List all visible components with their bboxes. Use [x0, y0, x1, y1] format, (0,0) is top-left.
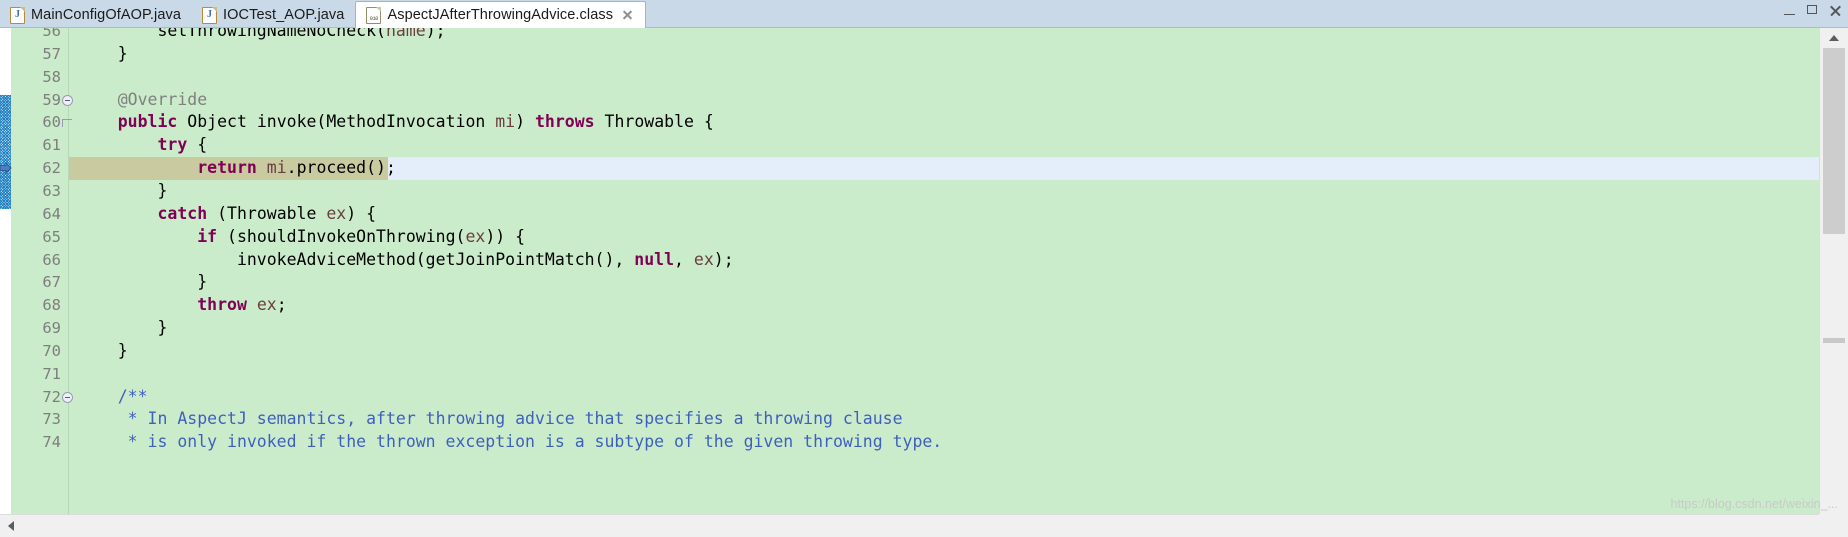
code-text[interactable]: }: [78, 43, 1819, 66]
code-text[interactable]: }: [78, 180, 1819, 203]
line-number: 73: [42, 410, 61, 429]
code-line[interactable]: 67 }: [0, 271, 1819, 294]
code-line[interactable]: 63 }: [0, 180, 1819, 203]
line-number: 72: [42, 387, 61, 406]
scroll-up-arrow-icon[interactable]: [1820, 28, 1848, 48]
code-line[interactable]: 69 }: [0, 317, 1819, 340]
close-icon[interactable]: [621, 9, 634, 22]
code-line[interactable]: 59 @Override: [0, 89, 1819, 112]
code-text[interactable]: return mi.proceed();: [78, 157, 1819, 180]
code-text[interactable]: public Object invoke(MethodInvocation mi…: [78, 111, 1819, 134]
line-number: 57: [42, 44, 61, 63]
line-number: 56: [42, 28, 61, 40]
code-line[interactable]: 68 throw ex;: [0, 294, 1819, 317]
fold-collapse-icon[interactable]: [62, 391, 73, 403]
line-number: 67: [42, 273, 61, 292]
code-text[interactable]: }: [78, 271, 1819, 294]
line-number: 59: [42, 90, 61, 109]
line-number: 68: [42, 296, 61, 315]
code-text[interactable]: catch (Throwable ex) {: [78, 203, 1819, 226]
tab-ioctest-aop[interactable]: IOCTest_AOP.java: [192, 2, 355, 28]
line-number: 63: [42, 181, 61, 200]
maximize-icon[interactable]: [1806, 4, 1819, 17]
code-line[interactable]: 71: [0, 363, 1819, 386]
java-file-icon: [202, 6, 218, 24]
line-number: 60: [42, 113, 61, 132]
line-number: 70: [42, 341, 61, 360]
fold-collapse-icon[interactable]: [62, 94, 73, 106]
code-text[interactable]: * is only invoked if the thrown exceptio…: [78, 431, 1819, 454]
code-text[interactable]: * In AspectJ semantics, after throwing a…: [78, 408, 1819, 431]
line-number: 64: [42, 204, 61, 223]
breakpoint-arrow-icon[interactable]: [0, 162, 12, 175]
scroll-left-arrow-icon[interactable]: [0, 515, 22, 537]
code-viewport[interactable]: 56 setThrowingNameNoCheck(name); 57 } 58 59…: [0, 28, 1819, 514]
code-line[interactable]: 70 }: [0, 340, 1819, 363]
code-line[interactable]: 57 }: [0, 43, 1819, 66]
code-line[interactable]: 60 public Object invoke(MethodInvocation…: [0, 111, 1819, 134]
code-text[interactable]: if (shouldInvokeOnThrowing(ex)) {: [78, 226, 1819, 249]
line-number: 62: [42, 159, 61, 178]
code-text[interactable]: }: [78, 340, 1819, 363]
class-file-icon: [366, 6, 382, 24]
tab-label: IOCTest_AOP.java: [223, 7, 345, 23]
code-line[interactable]: 66 invokeAdviceMethod(getJoinPointMatch(…: [0, 249, 1819, 272]
code-text[interactable]: try {: [78, 134, 1819, 157]
watermark: https://blog.csdn.net/weixin_...: [1670, 497, 1838, 511]
close-icon[interactable]: [1829, 4, 1842, 17]
eclipse-editor-window: MainConfigOfAOP.java IOCTest_AOP.java As…: [0, 0, 1848, 537]
code-line[interactable]: 72 /**: [0, 386, 1819, 409]
code-text[interactable]: throw ex;: [78, 294, 1819, 317]
code-line[interactable]: 65 if (shouldInvokeOnThrowing(ex)) {: [0, 226, 1819, 249]
code-text[interactable]: /**: [78, 386, 1819, 409]
fold-end-icon: [62, 119, 72, 128]
code-line[interactable]: 74 * is only invoked if the thrown excep…: [0, 431, 1819, 454]
java-file-icon: [10, 6, 25, 24]
code-line[interactable]: 62 return mi.proceed();: [0, 157, 1819, 180]
scrollbar-marker: [1823, 338, 1845, 343]
minimize-icon[interactable]: [1783, 4, 1796, 17]
tab-mainconfigofaop[interactable]: MainConfigOfAOP.java: [0, 2, 192, 28]
line-number: 71: [42, 364, 61, 383]
code-line[interactable]: 56 setThrowingNameNoCheck(name);: [0, 28, 1819, 43]
code-text[interactable]: }: [78, 317, 1819, 340]
horizontal-scrollbar[interactable]: [0, 514, 1819, 537]
line-number: 65: [42, 227, 61, 246]
line-number: 69: [42, 319, 61, 338]
code-line[interactable]: 61 try {: [0, 134, 1819, 157]
line-number: 58: [42, 67, 61, 86]
vertical-scrollbar[interactable]: [1819, 28, 1848, 537]
tab-aspectjafterthrowingadvice[interactable]: AspectJAfterThrowingAdvice.class: [355, 1, 647, 28]
line-number: 61: [42, 136, 61, 155]
tab-label: MainConfigOfAOP.java: [31, 7, 182, 23]
line-number: 74: [42, 433, 61, 452]
vertical-scrollbar-thumb[interactable]: [1823, 48, 1845, 234]
scrollbar-corner: [1819, 514, 1848, 537]
code-line[interactable]: 64 catch (Throwable ex) {: [0, 203, 1819, 226]
code-text[interactable]: setThrowingNameNoCheck(name);: [78, 28, 1819, 43]
code-text[interactable]: invokeAdviceMethod(getJoinPointMatch(), …: [78, 249, 1819, 272]
window-controls: [1783, 4, 1842, 17]
code-editor[interactable]: 56 setThrowingNameNoCheck(name); 57 } 58 59…: [0, 28, 1848, 537]
code-line[interactable]: 73 * In AspectJ semantics, after throwin…: [0, 408, 1819, 431]
line-number: 66: [42, 250, 61, 269]
code-line[interactable]: 58: [0, 66, 1819, 89]
tab-label: AspectJAfterThrowingAdvice.class: [387, 7, 614, 23]
code-text[interactable]: @Override: [78, 89, 1819, 112]
tab-list: MainConfigOfAOP.java IOCTest_AOP.java As…: [0, 0, 647, 28]
editor-tab-bar: MainConfigOfAOP.java IOCTest_AOP.java As…: [0, 0, 1848, 28]
